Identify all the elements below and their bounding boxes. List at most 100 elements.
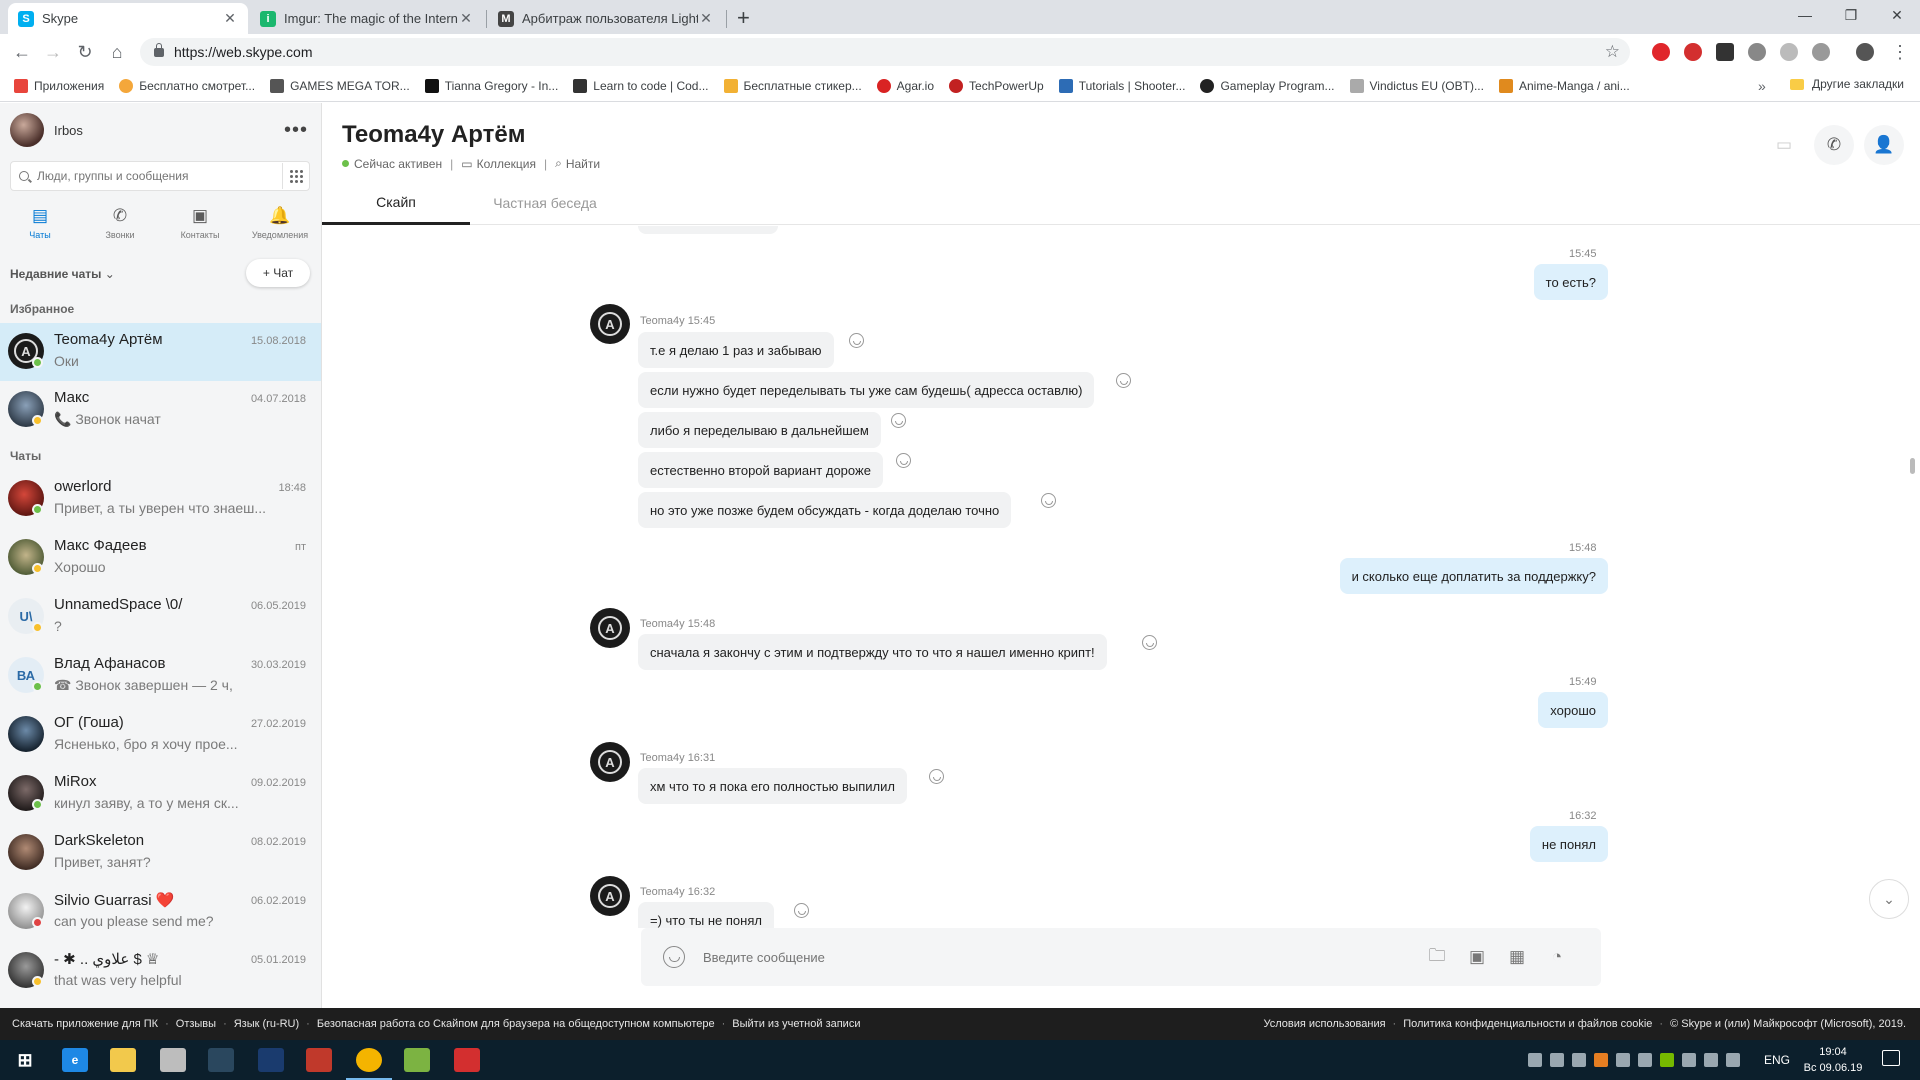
chat-item-mirox[interactable]: MiRox кинул заяву, а то у меня ск... 09.… — [0, 765, 321, 823]
bookmark-item[interactable]: Бесплатные стикер... — [723, 78, 862, 93]
footer-link-public-computer[interactable]: Безопасная работа со Скайпом для браузер… — [317, 1018, 715, 1030]
taskbar-app-icon[interactable] — [306, 1048, 332, 1072]
send-contact-icon[interactable]: ▣ — [1465, 945, 1489, 969]
nav-tab-contacts[interactable]: ▣ Контакты — [160, 203, 240, 249]
bookmark-item[interactable]: TechPowerUp — [949, 78, 1044, 93]
forward-arrow-icon[interactable]: → — [41, 40, 65, 64]
footer-link-terms[interactable]: Условия использования — [1263, 1018, 1385, 1030]
add-reaction-icon[interactable] — [929, 769, 944, 784]
message-bubble-incoming[interactable]: сначала я закончу с этим и подтвержду чт… — [638, 634, 1107, 670]
home-icon[interactable]: ⌂ — [105, 40, 129, 64]
tray-icon[interactable] — [1528, 1053, 1542, 1067]
message-bubble-outgoing[interactable]: хорошо — [1538, 692, 1608, 728]
dialpad-icon[interactable] — [282, 163, 310, 189]
minimize-window-icon[interactable]: — — [1782, 0, 1828, 30]
message-bubble-incoming[interactable]: если нужно будет переделывать ты уже сам… — [638, 372, 1095, 408]
close-tab-icon[interactable]: ✕ — [458, 10, 474, 27]
bookmark-item[interactable]: Anime-Manga / ani... — [1498, 78, 1630, 93]
scroll-to-bottom-button[interactable]: ⌄ — [1869, 879, 1909, 919]
browser-tab-imgur[interactable]: i Imgur: The magic of the Internet ✕ — [250, 3, 484, 34]
tab-skype[interactable]: Скайп — [322, 181, 470, 225]
bookmark-item[interactable]: Tutorials | Shooter... — [1058, 78, 1185, 93]
new-tab-button[interactable]: + — [737, 5, 750, 31]
taskbar-app-icon[interactable] — [404, 1048, 430, 1072]
extension-icon[interactable] — [1716, 43, 1734, 61]
windows-start-icon[interactable]: ⊞ — [12, 1048, 38, 1072]
tray-icon[interactable] — [1594, 1053, 1608, 1067]
chat-item-darkskeleton[interactable]: DarkSkeleton Привет, занят? 08.02.2019 — [0, 824, 321, 882]
opera-vpn-extension-icon[interactable] — [1652, 43, 1670, 61]
other-bookmarks-folder[interactable]: Другие закладки — [1790, 77, 1904, 91]
message-input[interactable] — [703, 949, 1403, 965]
adblock-extension-icon[interactable] — [1684, 43, 1702, 61]
tab-private-conversation[interactable]: Частная беседа — [470, 181, 620, 225]
add-reaction-icon[interactable] — [891, 413, 906, 428]
volume-icon[interactable] — [1726, 1053, 1740, 1067]
taskbar-clock[interactable]: 19:04 Вс 09.06.19 — [1798, 1044, 1868, 1076]
network-icon[interactable] — [1704, 1053, 1718, 1067]
chat-item-allawi[interactable]: - ✱ .. علاوي $ ♕ that was very helpful 0… — [0, 942, 321, 1000]
chat-item-og-gosha[interactable]: ОГ (Гоша) Ясненько, бро я хочу прое... 2… — [0, 706, 321, 764]
browser-tab-lightf[interactable]: M Арбитраж пользователя LightF ✕ — [488, 3, 724, 34]
steam-icon[interactable] — [208, 1048, 234, 1072]
microphone-icon[interactable] — [1572, 1053, 1586, 1067]
schedule-call-icon[interactable]: ▦ — [1505, 945, 1529, 969]
emoji-icon[interactable] — [663, 946, 685, 968]
message-bubble-outgoing[interactable]: не понял — [1529, 826, 1608, 862]
message-bubble-incoming[interactable]: естественно второй вариант дороже — [638, 452, 883, 488]
chat-item-unnamedspace[interactable]: U\ UnnamedSpace \0/ ? 06.05.2019 — [0, 588, 321, 646]
bookmark-item[interactable]: Agar.io — [876, 78, 934, 93]
poll-icon[interactable]: ◔ — [1545, 945, 1569, 969]
add-reaction-icon[interactable] — [1116, 373, 1131, 388]
message-bubble-incoming[interactable]: =) что ты не понял — [638, 902, 774, 928]
nav-tab-notifications[interactable]: 🔔 Уведомления — [240, 203, 320, 249]
chat-item-teoma4y[interactable]: A Teoma4y Артём Оки 15.08.2018 — [0, 323, 321, 381]
address-bar[interactable]: https://web.skype.com ☆ — [140, 38, 1630, 66]
bookmark-item[interactable]: Tianna Gregory - In... — [424, 78, 558, 93]
audio-call-icon[interactable]: ✆ — [1814, 125, 1854, 165]
intellij-icon[interactable] — [454, 1048, 480, 1072]
my-profile[interactable]: Irbos — [10, 113, 83, 147]
extension-icon[interactable] — [1780, 43, 1798, 61]
menu-kebab-icon[interactable]: ⋮ — [1888, 40, 1912, 64]
add-people-icon[interactable]: 👤 — [1864, 125, 1904, 165]
reload-icon[interactable]: ↻ — [73, 40, 97, 64]
bookmark-item[interactable]: Learn to code | Cod... — [573, 78, 709, 93]
footer-link-feedback[interactable]: Отзывы — [176, 1018, 216, 1030]
message-bubble-incoming[interactable]: хм что то я пока его полностью выпилил — [638, 768, 907, 804]
message-bubble-incoming[interactable]: но это уже позже будем обсуждать - когда… — [638, 492, 1012, 528]
chat-item-vlad-afanasov[interactable]: ВА Влад Афанасов ☎ Звонок завершен — 2 ч… — [0, 647, 321, 705]
taskbar-app-icon[interactable] — [160, 1048, 186, 1072]
bookmark-item[interactable]: Бесплатно смотрет... — [119, 78, 255, 93]
new-chat-button[interactable]: + Чат — [246, 259, 310, 287]
add-reaction-icon[interactable] — [794, 903, 809, 918]
chat-item-maks[interactable]: Макс 📞 Звонок начат 04.07.2018 — [0, 381, 321, 439]
tray-icon[interactable] — [1638, 1053, 1652, 1067]
bookmark-item[interactable]: Vindictus EU (OBT)... — [1349, 78, 1484, 93]
footer-link-sign-out[interactable]: Выйти из учетной записи — [732, 1018, 860, 1030]
more-options-icon[interactable]: ••• — [284, 119, 308, 142]
file-explorer-icon[interactable] — [110, 1048, 136, 1072]
scrollbar-thumb[interactable] — [1910, 458, 1915, 474]
close-window-icon[interactable]: ✕ — [1874, 0, 1920, 30]
recent-chats-filter[interactable]: Недавние чаты ⌄ — [10, 267, 115, 281]
profile-avatar-icon[interactable] — [1856, 43, 1874, 61]
close-tab-icon[interactable]: ✕ — [222, 10, 238, 27]
chat-item-owerlord[interactable]: owerlord Привет, а ты уверен что знаеш..… — [0, 470, 321, 528]
edge-browser-icon[interactable]: e — [62, 1048, 88, 1072]
message-bubble-incoming[interactable]: т.е я делаю 1 раз и забываю — [638, 332, 834, 368]
nav-tab-calls[interactable]: ✆ Звонки — [80, 203, 160, 249]
add-reaction-icon[interactable] — [1041, 493, 1056, 508]
conversation-title[interactable]: Teoma4y Артём — [342, 121, 525, 149]
find-link[interactable]: Найти — [566, 157, 600, 171]
restore-window-icon[interactable]: ❐ — [1828, 0, 1874, 30]
extension-icon[interactable] — [1812, 43, 1830, 61]
close-tab-icon[interactable]: ✕ — [698, 10, 714, 27]
nav-tab-chats[interactable]: ▤ Чаты — [0, 203, 80, 249]
footer-link-language[interactable]: Язык (ru-RU) — [234, 1018, 299, 1030]
taskbar-app-icon[interactable] — [258, 1048, 284, 1072]
add-reaction-icon[interactable] — [849, 333, 864, 348]
tray-icon[interactable] — [1682, 1053, 1696, 1067]
action-center-icon[interactable] — [1882, 1050, 1900, 1066]
bookmark-item[interactable]: Приложения — [14, 78, 104, 93]
